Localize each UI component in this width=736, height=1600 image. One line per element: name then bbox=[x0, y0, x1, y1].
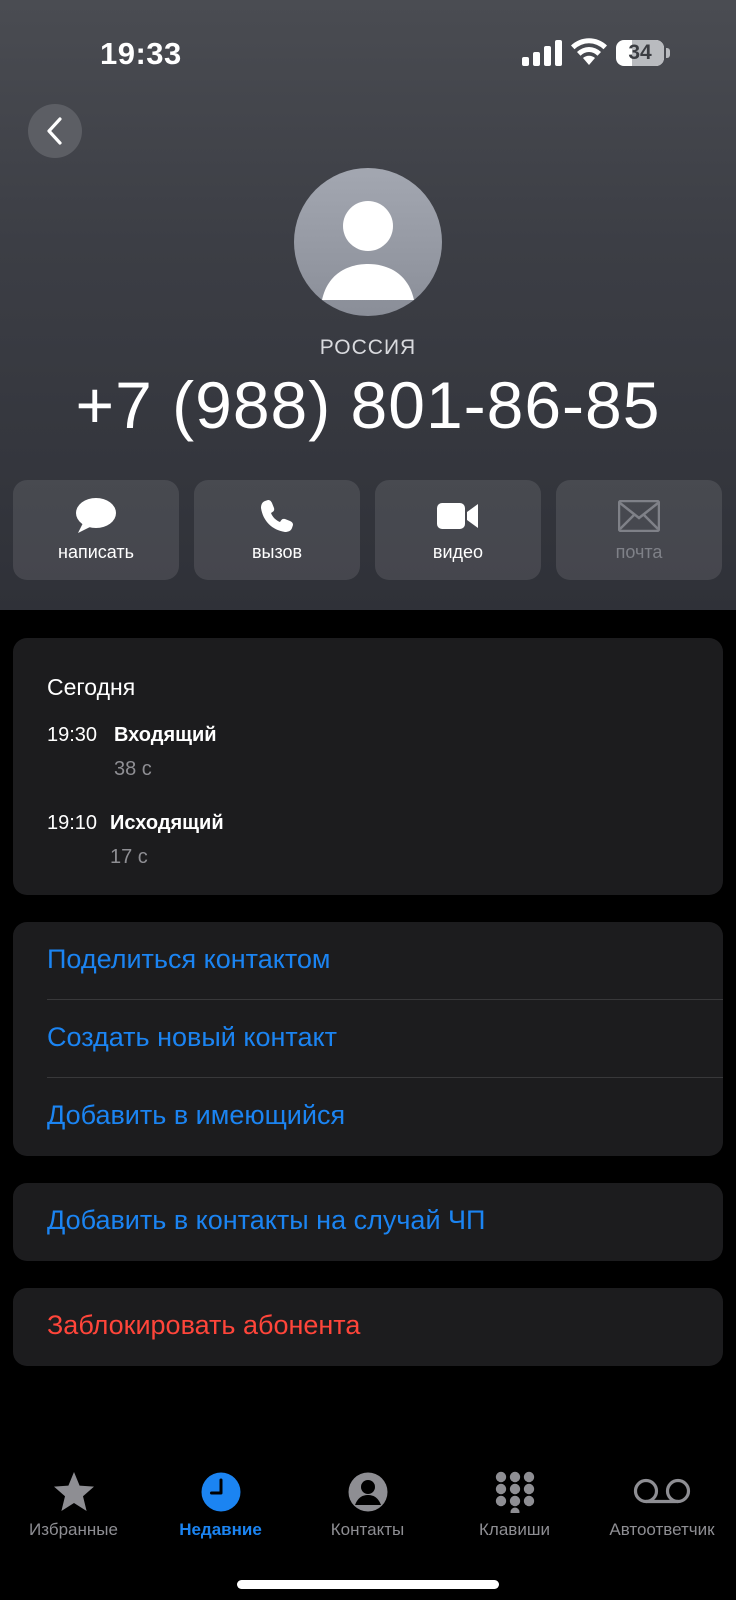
call-duration: 17 с bbox=[110, 846, 148, 868]
contact-country: РОССИЯ bbox=[319, 336, 417, 359]
phone-icon bbox=[261, 500, 293, 532]
video-camera-icon bbox=[437, 503, 478, 529]
keypad-grid-icon bbox=[495, 1471, 534, 1513]
add-to-existing-label: Добавить в имеющийся bbox=[47, 1100, 346, 1130]
call-duration: 38 с bbox=[114, 758, 152, 780]
tab-contacts[interactable]: Контакты bbox=[294, 1452, 441, 1542]
wifi-icon bbox=[571, 38, 607, 65]
call-type: Входящий bbox=[114, 724, 217, 746]
home-indicator[interactable] bbox=[237, 1580, 499, 1589]
mail-button-label: почта bbox=[615, 542, 663, 562]
star-icon bbox=[53, 1472, 94, 1511]
video-button-label: видео bbox=[432, 542, 484, 562]
tab-recents-label: Недавние bbox=[179, 1520, 262, 1539]
call-button[interactable]: вызов bbox=[194, 480, 360, 580]
emergency-contact-card: Добавить в контакты на случай ЧП bbox=[13, 1183, 723, 1261]
message-button[interactable]: написать bbox=[13, 480, 179, 580]
battery-level: 34 bbox=[628, 41, 652, 64]
status-bar: 19:33 34 bbox=[0, 0, 736, 100]
add-emergency-contact-label: Добавить в контакты на случай ЧП bbox=[47, 1205, 486, 1235]
quick-actions: написать вызов видео почта bbox=[13, 480, 723, 580]
block-caller-card: Заблокировать абонента bbox=[13, 1288, 723, 1366]
create-contact-label: Создать новый контакт bbox=[47, 1022, 337, 1052]
call-time: 19:10 bbox=[47, 812, 98, 834]
message-bubble-icon bbox=[76, 498, 116, 533]
voicemail-icon bbox=[633, 1478, 691, 1504]
tab-bar: Избранные Недавние Контакты Клавиши Авто… bbox=[0, 1452, 736, 1600]
call-time: 19:30 bbox=[47, 724, 98, 746]
contact-avatar bbox=[294, 168, 442, 316]
call-type: Исходящий bbox=[110, 812, 224, 834]
battery-icon: 34 bbox=[616, 40, 670, 66]
chevron-left-icon bbox=[47, 117, 62, 145]
tab-keypad-label: Клавиши bbox=[479, 1520, 550, 1539]
tab-keypad[interactable]: Клавиши bbox=[441, 1452, 588, 1542]
mail-button[interactable]: почта bbox=[556, 480, 722, 580]
clock-icon bbox=[201, 1472, 240, 1512]
status-time: 19:33 bbox=[100, 36, 182, 71]
tab-favorites[interactable]: Избранные bbox=[0, 1452, 147, 1542]
message-button-label: написать bbox=[58, 542, 134, 562]
person-circle-icon bbox=[348, 1472, 387, 1512]
contact-header: 19:33 34 РОССИЯ +7 (988) 801-86-85 напис… bbox=[0, 0, 736, 610]
call-history-card: Сегодня 19:30 Входящий 38 с 19:10 Исходя… bbox=[13, 638, 723, 895]
cellular-signal-icon bbox=[522, 40, 562, 66]
mail-envelope-icon bbox=[618, 500, 660, 532]
add-to-existing-button[interactable]: Добавить в имеющийся bbox=[13, 1078, 723, 1156]
contact-options-card: Поделиться контактом Создать новый конта… bbox=[13, 922, 723, 1156]
tab-recents[interactable]: Недавние bbox=[147, 1452, 294, 1542]
tab-voicemail[interactable]: Автоответчик bbox=[588, 1452, 736, 1542]
tab-voicemail-label: Автоответчик bbox=[609, 1520, 715, 1539]
person-silhouette-icon bbox=[322, 201, 414, 300]
call-history-date: Сегодня bbox=[47, 674, 136, 700]
share-contact-label: Поделиться контактом bbox=[47, 944, 331, 974]
add-emergency-contact-button[interactable]: Добавить в контакты на случай ЧП bbox=[13, 1183, 723, 1261]
contact-phone-number: +7 (988) 801-86-85 bbox=[75, 368, 661, 442]
tab-favorites-label: Избранные bbox=[29, 1520, 118, 1539]
block-caller-button[interactable]: Заблокировать абонента bbox=[13, 1288, 723, 1366]
tab-contacts-label: Контакты bbox=[330, 1520, 405, 1539]
block-caller-label: Заблокировать абонента bbox=[47, 1310, 361, 1340]
back-button[interactable] bbox=[28, 104, 82, 158]
share-contact-button[interactable]: Поделиться контактом bbox=[13, 922, 723, 1000]
call-button-label: вызов bbox=[251, 542, 303, 562]
video-button[interactable]: видео bbox=[375, 480, 541, 580]
create-contact-button[interactable]: Создать новый контакт bbox=[13, 1000, 723, 1078]
